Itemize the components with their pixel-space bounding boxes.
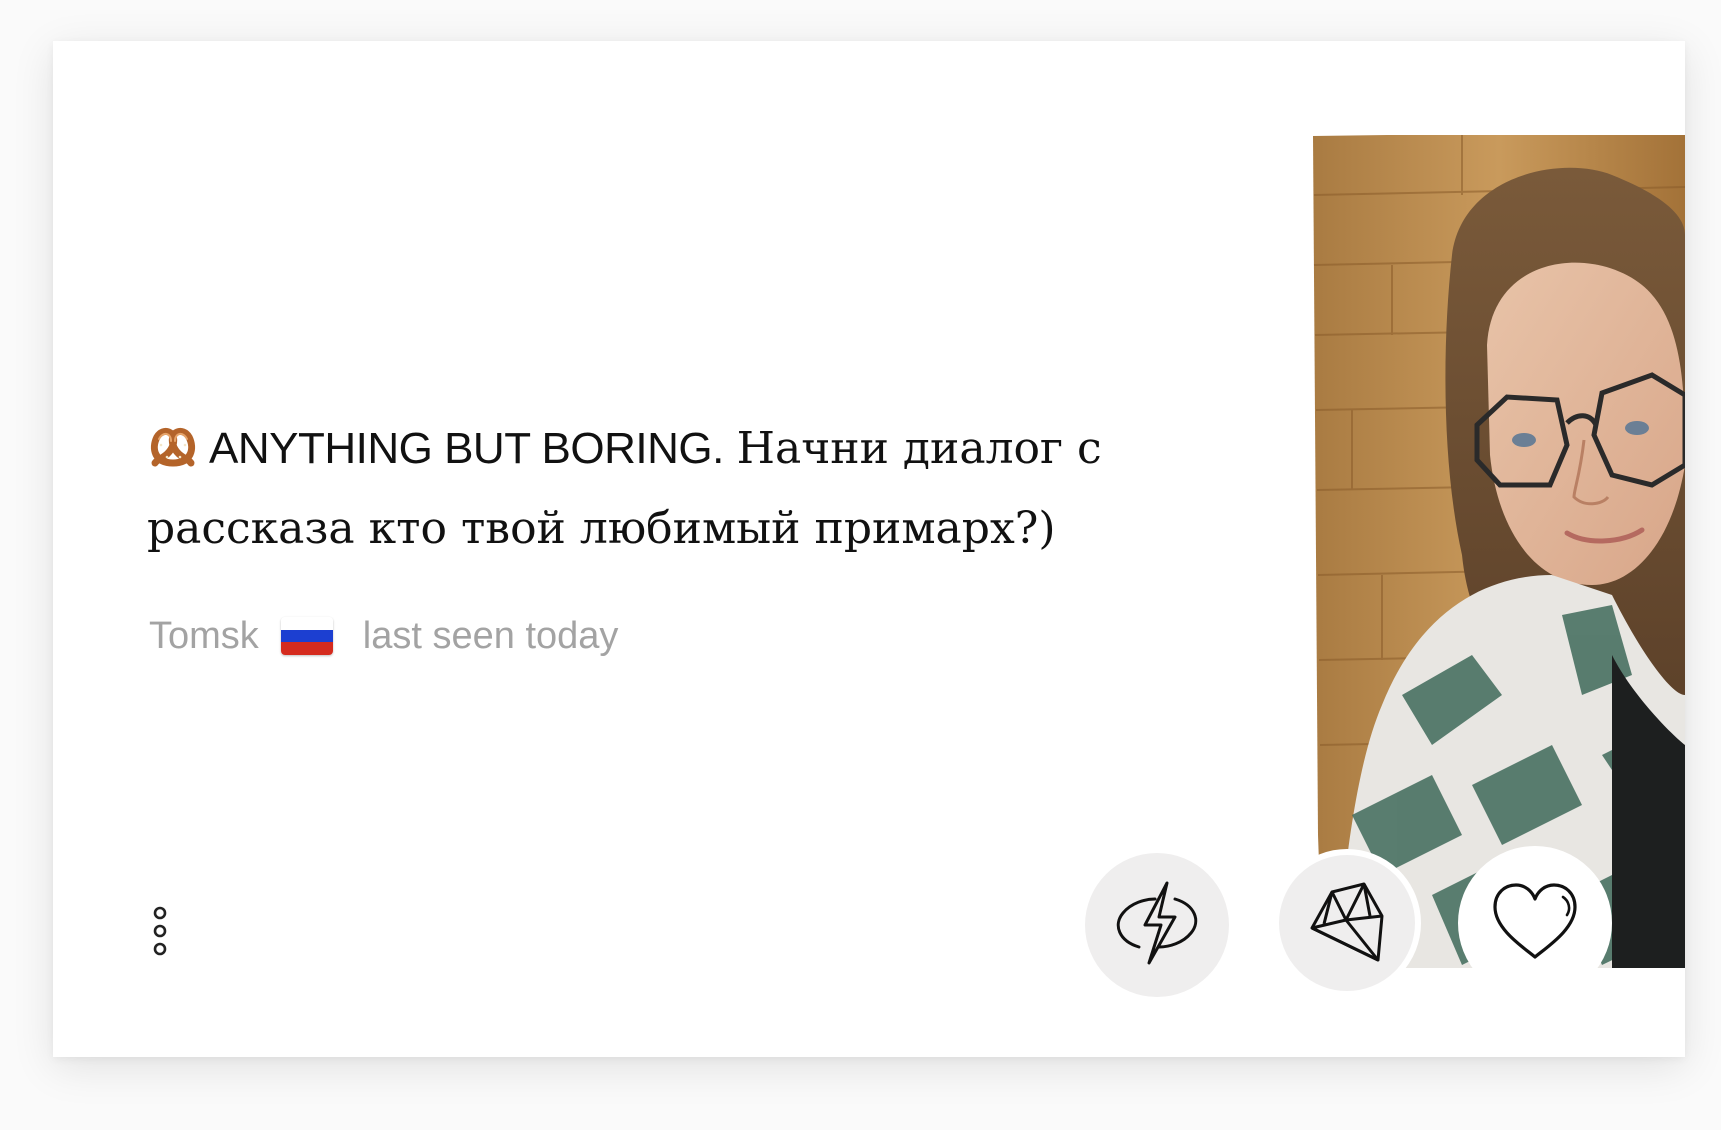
more-options-icon[interactable]: [148, 896, 172, 966]
gem-button[interactable]: [1273, 849, 1421, 997]
boost-button[interactable]: [1085, 853, 1229, 997]
heart-icon: [1487, 873, 1583, 974]
like-button[interactable]: [1458, 846, 1612, 1000]
city-label: Tomsk: [149, 614, 259, 657]
diamond-icon: [1302, 876, 1392, 971]
last-seen-label: last seen today: [362, 614, 619, 657]
profile-card: ANYTHING BUT BORING. Начни диалог с расс…: [53, 41, 1685, 1057]
headline-title: ANYTHING BUT BORING.: [209, 424, 724, 473]
profile-headline: ANYTHING BUT BORING. Начни диалог с расс…: [147, 410, 1227, 566]
russia-flag-icon: [280, 617, 333, 655]
pretzel-icon: [147, 416, 199, 490]
lightning-icon: [1109, 875, 1205, 976]
profile-meta: Tomsk last seen today: [149, 611, 618, 661]
